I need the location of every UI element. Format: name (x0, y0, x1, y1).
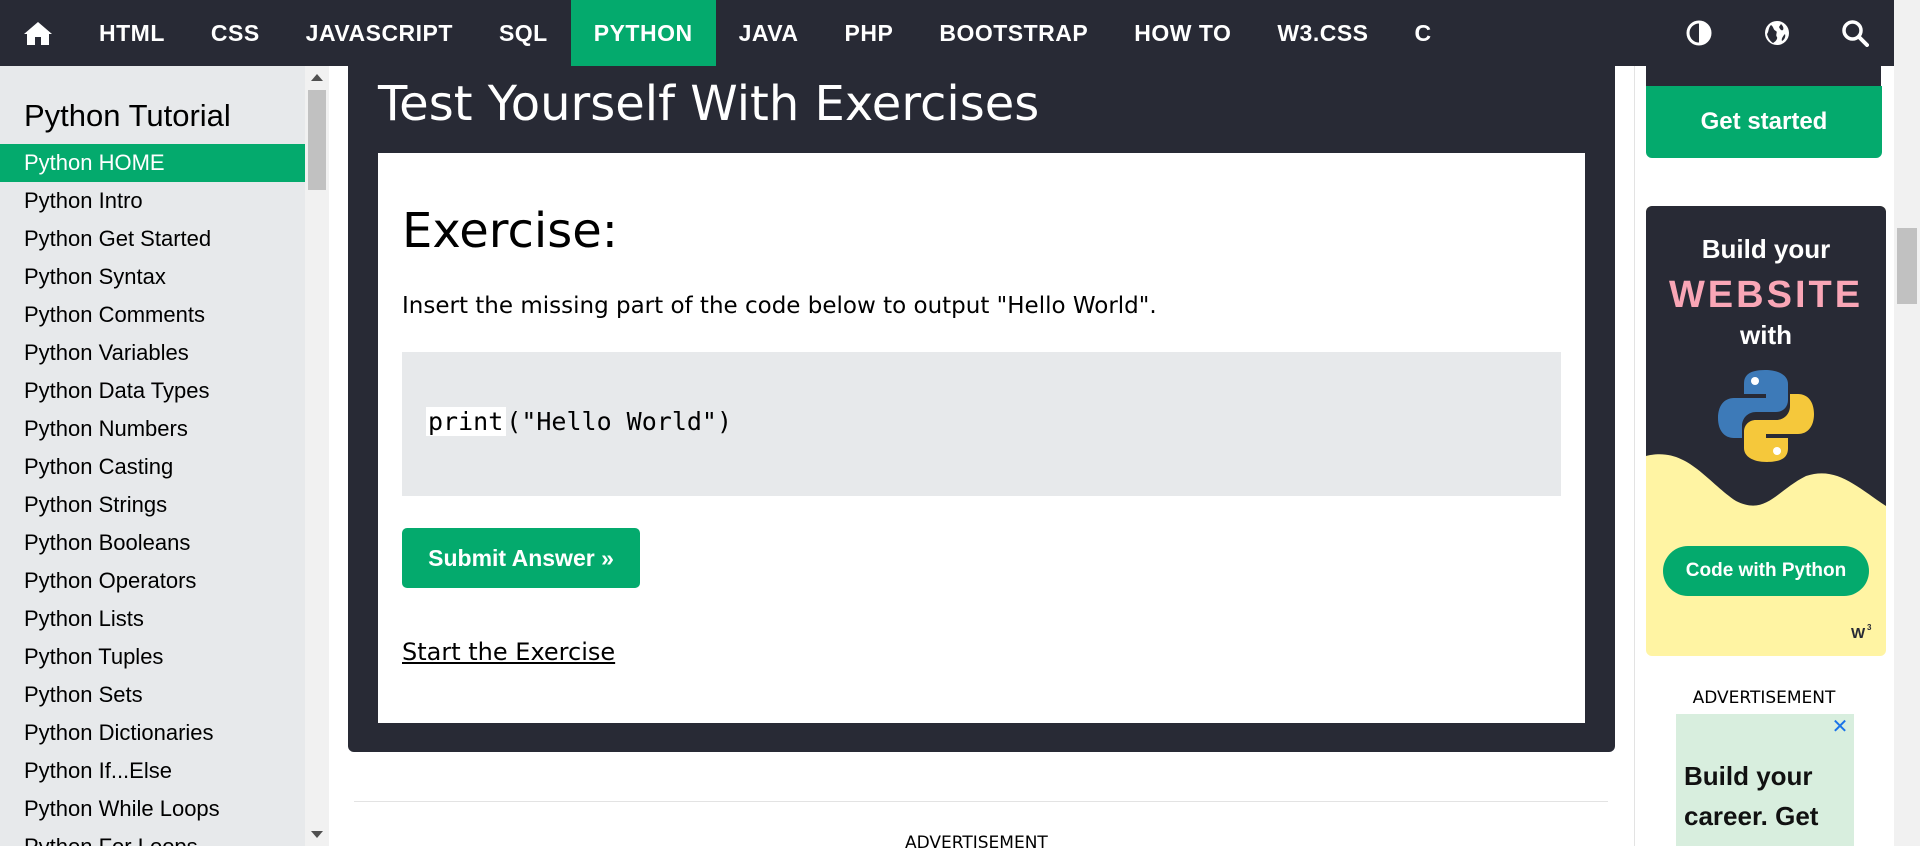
svg-text:W: W (1851, 625, 1866, 642)
ad-line-1: Build your (1701, 234, 1831, 264)
career-ad-text: Build your career. Get Full (1684, 761, 1819, 846)
career-ad-banner[interactable]: ✕ Build your career. Get Full (1676, 714, 1854, 846)
sidebar-item-python-lists[interactable]: Python Lists (0, 600, 305, 638)
promo-card (1646, 66, 1881, 86)
sidebar-title: Python Tutorial (24, 98, 231, 133)
right-advertisement-label: ADVERTISEMENT (1692, 688, 1836, 708)
sidebar-list: Python HOME Python Intro Python Get Starte… (0, 144, 305, 846)
scroll-up-arrow-icon[interactable] (311, 74, 323, 81)
code-block: print ("Hello World") (402, 352, 1561, 496)
code-text: ("Hello World") (506, 407, 733, 436)
get-started-button[interactable]: Get started (1646, 86, 1882, 158)
code-line: print ("Hello World") (426, 407, 732, 436)
sidebar-item-python-sets[interactable]: Python Sets (0, 676, 305, 714)
nav-item-javascript[interactable]: JAVASCRIPT (283, 0, 476, 66)
sidebar-item-python-variables[interactable]: Python Variables (0, 334, 305, 372)
w3schools-logo-icon: W 3 (1851, 623, 1872, 642)
exercise-instruction: Insert the missing part of the code belo… (402, 293, 1157, 319)
home-icon (24, 22, 52, 45)
sidebar-scrollbar[interactable] (305, 66, 329, 846)
contrast-icon (1686, 20, 1712, 46)
right-column-divider (1634, 66, 1635, 846)
sidebar-item-python-tuples[interactable]: Python Tuples (0, 638, 305, 676)
nav-item-java[interactable]: JAVA (716, 0, 822, 66)
exercise-section-title: Test Yourself With Exercises (378, 76, 1040, 132)
nav-item-html[interactable]: HTML (76, 0, 188, 66)
search-icon (1842, 20, 1869, 47)
svg-text:3: 3 (1867, 623, 1872, 632)
top-navbar: HTML CSS JAVASCRIPT SQL PYTHON JAVA PHP BOOTSTR… (0, 0, 1894, 66)
nav-item-bootstrap[interactable]: BOOTSTRAP (916, 0, 1111, 66)
scroll-down-arrow-icon[interactable] (311, 831, 323, 838)
ad-line-2: WEBSITE (1668, 274, 1864, 316)
submit-answer-button[interactable]: Submit Answer » (402, 528, 640, 588)
code-with-python-button[interactable]: Code with Python (1663, 546, 1869, 596)
nav-item-php[interactable]: PHP (822, 0, 917, 66)
sidebar-item-python-intro[interactable]: Python Intro (0, 182, 305, 220)
sidebar-item-python-booleans[interactable]: Python Booleans (0, 524, 305, 562)
exercise-heading: Exercise: (402, 203, 618, 259)
start-exercise-link[interactable]: Start the Exercise (402, 638, 615, 666)
sidebar-item-python-strings[interactable]: Python Strings (0, 486, 305, 524)
sidebar-item-python-operators[interactable]: Python Operators (0, 562, 305, 600)
exercise-panel: Test Yourself With Exercises Exercise: I… (348, 66, 1615, 752)
sidebar-item-python-for-loops[interactable]: Python For Loops (0, 828, 305, 846)
sidebar-item-python-data-types[interactable]: Python Data Types (0, 372, 305, 410)
advertisement-label: ADVERTISEMENT (905, 833, 1048, 853)
nav-item-c[interactable]: C (1392, 0, 1455, 66)
globe-icon (1765, 21, 1789, 45)
sidebar-item-python-comments[interactable]: Python Comments (0, 296, 305, 334)
nav-item-sql[interactable]: SQL (476, 0, 571, 66)
theme-toggle-button[interactable] (1660, 0, 1738, 66)
page-scrollbar-thumb[interactable] (1897, 228, 1917, 304)
sidebar-item-python-dictionaries[interactable]: Python Dictionaries (0, 714, 305, 752)
sidebar-scrollbar-thumb[interactable] (308, 90, 326, 190)
page-scrollbar[interactable] (1894, 0, 1920, 846)
nav-item-w3-css[interactable]: W3.CSS (1254, 0, 1391, 66)
sidebar: Python Tutorial Python HOME Python Intro P… (0, 66, 305, 846)
nav-item-python[interactable]: PYTHON (570, 0, 716, 66)
sidebar-item-python-if-else[interactable]: Python If...Else (0, 752, 305, 790)
divider (354, 801, 1608, 802)
sidebar-item-python-while-loops[interactable]: Python While Loops (0, 790, 305, 828)
sidebar-item-python-syntax[interactable]: Python Syntax (0, 258, 305, 296)
sidebar-item-python-numbers[interactable]: Python Numbers (0, 410, 305, 448)
sidebar-item-python-casting[interactable]: Python Casting (0, 448, 305, 486)
exercise-box: Exercise: Insert the missing part of the… (378, 153, 1585, 723)
nav-item-how-to[interactable]: HOW TO (1111, 0, 1254, 66)
search-button[interactable] (1816, 0, 1894, 66)
python-ad-banner[interactable]: Build your WEBSITE with Code with Python… (1646, 206, 1886, 656)
sidebar-item-python-get-started[interactable]: Python Get Started (0, 220, 305, 258)
nav-item-css[interactable]: CSS (188, 0, 283, 66)
close-ad-icon[interactable]: ✕ (1830, 717, 1850, 737)
sidebar-item-python-home[interactable]: Python HOME (0, 144, 305, 182)
translate-button[interactable] (1738, 0, 1816, 66)
ad-line-3: with (1740, 320, 1792, 350)
code-answer-input[interactable]: print (426, 407, 507, 436)
python-logo-icon (1718, 370, 1814, 462)
home-button[interactable] (0, 0, 76, 66)
